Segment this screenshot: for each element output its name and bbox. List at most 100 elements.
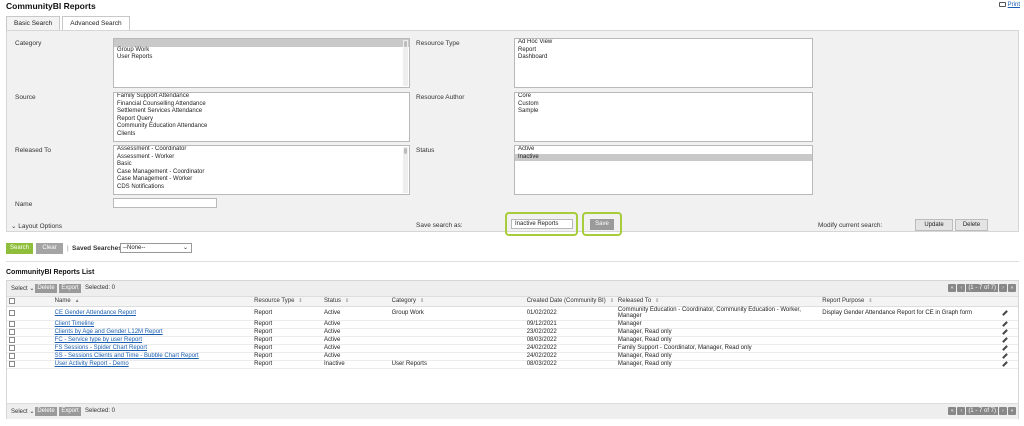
- cell-status: Active: [321, 344, 390, 353]
- col-resource-type[interactable]: Resource Type ⇕: [252, 297, 322, 307]
- edit-pencil-icon[interactable]: [1002, 337, 1008, 343]
- source-option[interactable]: Clients: [114, 131, 409, 139]
- col-name[interactable]: Name ▲: [52, 297, 253, 307]
- released-to-option[interactable]: Assessment - Worker: [114, 154, 409, 162]
- last-page-icon[interactable]: »: [1008, 284, 1016, 292]
- resource-type-option[interactable]: Report: [515, 47, 812, 55]
- search-button[interactable]: Search: [6, 243, 33, 254]
- resource-type-option[interactable]: Ad Hoc View: [515, 39, 812, 47]
- pager: « ‹ (1 - 7 of 7) › »: [947, 407, 1016, 415]
- next-page-icon[interactable]: ›: [999, 407, 1007, 415]
- delete-button[interactable]: Delete: [35, 407, 57, 416]
- col-released-to[interactable]: Released To ⇕: [615, 297, 821, 307]
- category-option-blank[interactable]: [114, 39, 409, 47]
- resource-author-label: Resource Author: [416, 94, 465, 101]
- select-all-checkbox[interactable]: [9, 297, 15, 304]
- edit-pencil-icon[interactable]: [1002, 345, 1008, 351]
- name-input[interactable]: [113, 198, 217, 208]
- category-listbox[interactable]: Group Work User Reports: [113, 38, 410, 88]
- sort-icon: ⇕: [419, 298, 425, 305]
- category-option[interactable]: User Reports: [114, 54, 409, 62]
- prev-page-icon[interactable]: ‹: [957, 407, 966, 415]
- col-category[interactable]: Category ⇕: [389, 297, 525, 307]
- status-listbox[interactable]: Active Inactive: [514, 145, 813, 195]
- select-dropdown[interactable]: Select ⌄: [11, 408, 34, 415]
- export-button[interactable]: Export: [59, 284, 81, 293]
- sort-icon: ⇕: [345, 298, 350, 305]
- col-created-date[interactable]: Created Date (Community BI) ⇕: [524, 297, 616, 307]
- source-option[interactable]: Family Support Attendance: [114, 93, 409, 101]
- row-checkbox[interactable]: [9, 328, 15, 335]
- row-checkbox[interactable]: [9, 336, 15, 343]
- row-checkbox[interactable]: [9, 352, 15, 359]
- edit-pencil-icon[interactable]: [1002, 329, 1008, 335]
- clear-button[interactable]: Clear: [36, 243, 63, 254]
- resource-author-option[interactable]: Core: [515, 93, 812, 101]
- cell-created: 23/02/2022: [524, 328, 616, 337]
- edit-pencil-icon[interactable]: [1002, 310, 1008, 316]
- layout-options-toggle[interactable]: ⌄ Layout Options: [11, 222, 62, 230]
- category-scrollbar[interactable]: [403, 40, 408, 86]
- report-link[interactable]: FS Sessions - Spider Chart Report: [55, 345, 147, 351]
- resource-author-option[interactable]: Custom: [515, 101, 812, 109]
- report-link[interactable]: FC - Service type by user Report: [55, 337, 142, 343]
- last-page-icon[interactable]: »: [1008, 407, 1016, 415]
- delete-search-button[interactable]: Delete: [955, 219, 988, 231]
- save-button-highlight: Save: [582, 212, 622, 236]
- export-button[interactable]: Export: [59, 407, 81, 416]
- save-search-input[interactable]: Inactive Reports: [511, 219, 573, 229]
- print-link[interactable]: Print: [998, 2, 1020, 9]
- status-option-inactive[interactable]: Inactive: [515, 153, 812, 161]
- released-to-option[interactable]: Case Management - Worker: [114, 176, 409, 184]
- first-page-icon[interactable]: «: [948, 284, 957, 292]
- save-button[interactable]: Save: [590, 219, 614, 230]
- col-status[interactable]: Status ⇕: [321, 297, 390, 307]
- source-option[interactable]: Community Education Attendance: [114, 123, 409, 131]
- print-label: Print: [1007, 2, 1020, 9]
- first-page-icon[interactable]: «: [948, 407, 957, 415]
- report-link[interactable]: CE Gender Attendance Report: [55, 310, 136, 316]
- released-to-listbox[interactable]: Assessment - Coordinator Assessment - Wo…: [113, 145, 410, 195]
- cell-status: Active: [321, 306, 390, 321]
- resource-type-option[interactable]: Dashboard: [515, 54, 812, 62]
- released-to-option[interactable]: CDS Notifications: [114, 184, 409, 192]
- saved-searches-select[interactable]: --None-- ⌄: [120, 243, 192, 253]
- row-checkbox[interactable]: [9, 320, 15, 327]
- status-option-active[interactable]: Active: [515, 146, 812, 154]
- report-link[interactable]: Clients by Age and Gender L12M Report: [55, 329, 163, 335]
- resource-author-listbox[interactable]: Core Custom Sample: [514, 92, 813, 142]
- next-page-icon[interactable]: ›: [999, 284, 1007, 292]
- source-option[interactable]: Financial Counselling Attendance: [114, 101, 409, 109]
- row-checkbox[interactable]: [9, 344, 15, 351]
- edit-pencil-icon[interactable]: [1002, 353, 1008, 359]
- released-to-option[interactable]: Case Management - Coordinator: [114, 169, 409, 177]
- report-link[interactable]: Client Timeline: [55, 321, 94, 327]
- delete-button[interactable]: Delete: [35, 284, 57, 293]
- table-row: FC - Service type by user Report Report …: [7, 336, 1018, 345]
- cell-resource-type: Report: [252, 306, 322, 321]
- report-link[interactable]: User Activity Report - Demo: [55, 361, 129, 367]
- released-to-scrollbar[interactable]: [403, 147, 408, 193]
- report-link[interactable]: SS - Sessions Clients and Time - Bubble …: [55, 353, 199, 359]
- cell-category: [389, 320, 525, 329]
- tab-advanced-search[interactable]: Advanced Search: [62, 16, 130, 31]
- resource-type-listbox[interactable]: Ad Hoc View Report Dashboard: [514, 38, 813, 88]
- released-to-option[interactable]: Basic: [114, 161, 409, 169]
- row-checkbox[interactable]: [9, 360, 15, 367]
- resource-author-option[interactable]: Sample: [515, 108, 812, 116]
- edit-pencil-icon[interactable]: [1002, 321, 1008, 327]
- cell-category: User Reports: [389, 360, 525, 369]
- select-dropdown[interactable]: Select ⌄: [11, 285, 34, 292]
- source-option[interactable]: Settlement Services Attendance: [114, 108, 409, 116]
- prev-page-icon[interactable]: ‹: [957, 284, 966, 292]
- edit-pencil-icon[interactable]: [1002, 361, 1008, 367]
- source-option[interactable]: Report Query: [114, 116, 409, 124]
- source-listbox[interactable]: Family Support Attendance Financial Coun…: [113, 92, 410, 142]
- col-report-purpose[interactable]: Report Purpose ⇕: [820, 297, 1001, 307]
- released-to-option[interactable]: Assessment - Coordinator: [114, 146, 409, 154]
- chevron-down-icon: ⌄: [11, 223, 17, 230]
- row-checkbox[interactable]: [9, 309, 15, 316]
- update-button[interactable]: Update: [915, 219, 953, 231]
- category-option[interactable]: Group Work: [114, 47, 409, 55]
- tab-basic-search[interactable]: Basic Search: [6, 16, 61, 30]
